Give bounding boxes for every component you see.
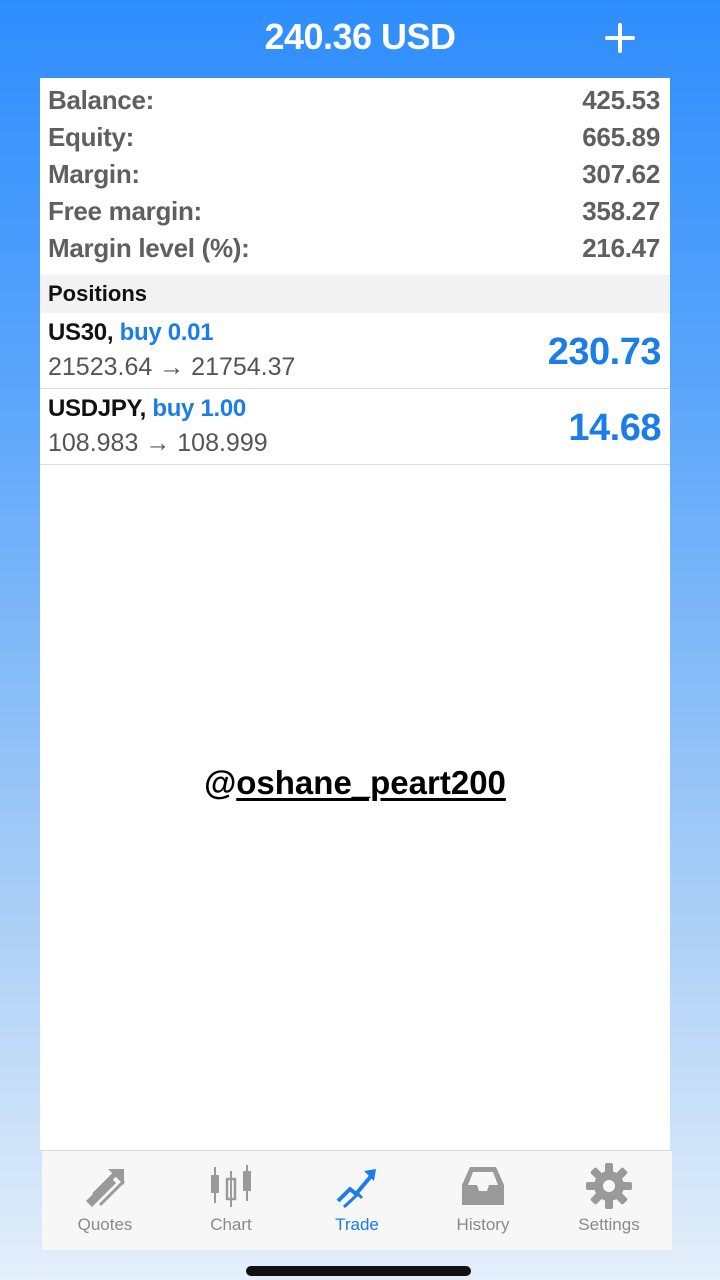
free-margin-label: Free margin:	[48, 196, 202, 226]
tab-settings[interactable]: Settings	[546, 1151, 672, 1250]
tab-label: Settings	[578, 1215, 640, 1234]
tab-quotes[interactable]: Quotes	[42, 1151, 168, 1250]
watermark-text: @oshane_peart200	[40, 764, 670, 802]
trade-icon	[336, 1169, 376, 1209]
position-row-usdjpy[interactable]: USDJPY, buy 1.00 108.983 → 108.999 14.68	[40, 389, 670, 465]
equity-row: Equity: 665.89	[48, 119, 660, 156]
quotes-icon	[86, 1169, 126, 1207]
margin-level-row: Margin level (%): 216.47	[48, 230, 660, 267]
balance-label: Balance:	[48, 85, 154, 115]
home-indicator[interactable]	[246, 1266, 471, 1276]
tab-bar: Quotes Chart Trade History Settings	[42, 1150, 672, 1250]
tab-label: Trade	[335, 1215, 379, 1234]
gear-icon	[586, 1163, 632, 1209]
position-profit: 14.68	[568, 407, 661, 449]
position-symbol: US30,	[48, 319, 114, 346]
account-summary: Balance: 425.53 Equity: 665.89 Margin: 3…	[40, 78, 670, 267]
position-side: buy 0.01	[119, 319, 214, 346]
free-margin-row: Free margin: 358.27	[48, 193, 660, 230]
margin-level-label: Margin level (%):	[48, 233, 250, 263]
equity-value: 665.89	[582, 122, 660, 152]
position-symbol: USDJPY,	[48, 395, 146, 422]
candlestick-icon	[211, 1165, 251, 1207]
margin-level-value: 216.47	[582, 233, 660, 263]
tab-label: History	[456, 1215, 510, 1234]
watermark-at: @	[204, 764, 237, 801]
free-margin-value: 358.27	[582, 196, 660, 226]
tab-history[interactable]: History	[420, 1151, 546, 1250]
position-profit: 230.73	[547, 331, 662, 373]
tab-label: Chart	[210, 1215, 252, 1234]
trade-panel: Balance: 425.53 Equity: 665.89 Margin: 3…	[40, 78, 670, 1150]
position-row-us30[interactable]: US30, buy 0.01 21523.64 → 21754.37 230.7…	[40, 313, 670, 389]
balance-value: 425.53	[582, 85, 660, 115]
balance-row: Balance: 425.53	[48, 82, 660, 119]
header: 240.36 USD	[0, 0, 720, 78]
position-side: buy 1.00	[152, 395, 246, 422]
margin-label: Margin:	[48, 159, 140, 189]
margin-row: Margin: 307.62	[48, 156, 660, 193]
watermark-handle: oshane_peart200	[236, 764, 506, 801]
inbox-icon	[462, 1167, 504, 1205]
tab-trade[interactable]: Trade	[294, 1151, 420, 1250]
equity-label: Equity:	[48, 122, 135, 152]
positions-header: Positions	[40, 275, 670, 313]
tab-chart[interactable]: Chart	[168, 1151, 294, 1250]
add-order-button[interactable]	[600, 18, 640, 58]
tab-label: Quotes	[77, 1215, 133, 1234]
margin-value: 307.62	[582, 159, 660, 189]
